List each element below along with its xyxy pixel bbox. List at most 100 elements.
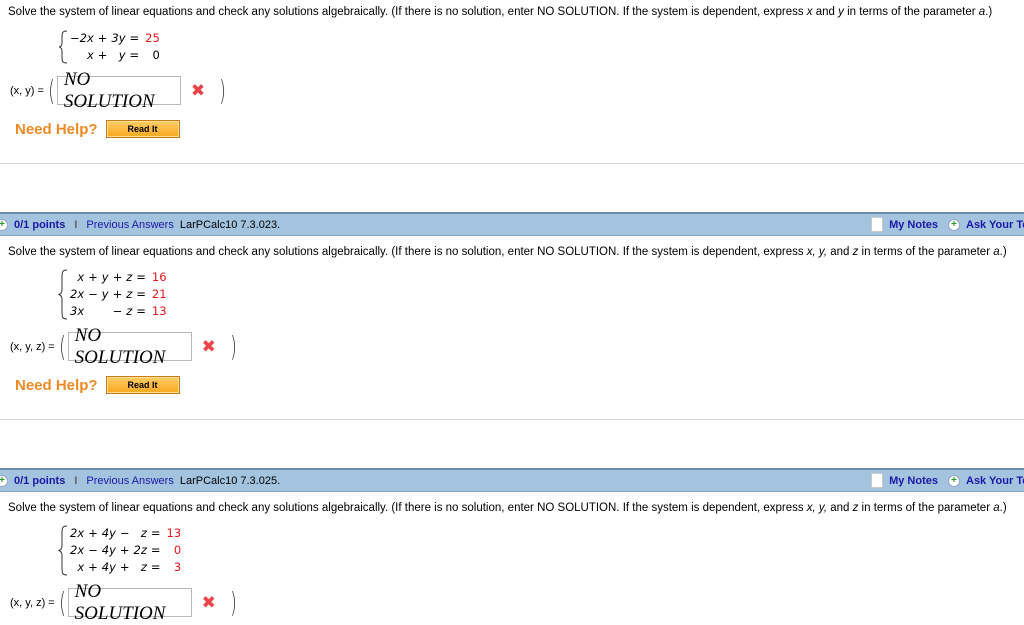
prompt-text: and (827, 246, 853, 258)
ask-your-teacher-link[interactable]: Ask Your Teacher (966, 475, 1024, 487)
operator: + (97, 31, 108, 45)
term: z (140, 560, 147, 574)
term: 4y (101, 560, 116, 574)
need-help-label: Need Help? (15, 120, 98, 138)
term: x (86, 48, 94, 62)
problem-1-equation-system: −2x + 3y = 25 x + y = 0 (58, 30, 162, 64)
prompt-text: and (812, 6, 839, 18)
answer-input[interactable]: NO SOLUTION (67, 325, 192, 368)
equations-table: −2x + 3y = 25 x + y = 0 (68, 30, 162, 64)
problem-2-header-bar: + 0/1 points I Previous Answers LarPCalc… (0, 212, 1024, 236)
problem-2-equation-system: x + y + z = 16 2x − y + z = 21 3x − z = … (58, 269, 169, 320)
equations-table: x + y + z = 16 2x − y + z = 21 3x − z = … (68, 269, 169, 320)
term: y (101, 270, 109, 284)
term: 2x (70, 287, 85, 301)
prompt-text: Solve the system of linear equations and… (8, 6, 807, 18)
prompt-text: in terms of the parameter (843, 6, 979, 18)
answer-label: (x, y, z) = (10, 596, 55, 609)
term: −2x (70, 31, 94, 45)
rhs-value: 16 (151, 270, 167, 284)
equation-row: x + y + z = 16 (68, 269, 169, 286)
equations-table: 2x + 4y − z = 13 2x − 4y + 2z = 0 x + 4y… (68, 525, 183, 576)
equals: = (150, 543, 161, 557)
operator: − (119, 526, 130, 540)
prompt-text: in terms of the parameter (858, 246, 994, 258)
term: z (126, 304, 133, 318)
points-link[interactable]: 0/1 points (14, 475, 65, 487)
problem-1-help: Need Help? Read It (15, 120, 180, 138)
prompt-text: and (827, 502, 853, 514)
ask-your-teacher-link[interactable]: Ask Your Teacher (966, 219, 1024, 231)
x-mark-icon: ✖ (201, 336, 216, 357)
header-actions: My Notes + Ask Your Teacher (871, 217, 1024, 232)
rhs-value: 3 (173, 560, 182, 574)
points-link[interactable]: 0/1 points (14, 219, 65, 231)
problem-3-prompt: Solve the system of linear equations and… (8, 502, 1007, 514)
right-paren: ) (219, 73, 226, 107)
operator: + (112, 287, 123, 301)
term: 2x (70, 526, 85, 540)
term: x (77, 270, 85, 284)
divider (0, 419, 1024, 420)
problem-1-answer-row: (x, y) = ( NO SOLUTION ✖ ) (10, 69, 228, 112)
previous-answers-link[interactable]: Previous Answers (86, 475, 173, 487)
operator: + (112, 270, 123, 284)
previous-answers-link[interactable]: Previous Answers (86, 219, 173, 231)
term: 3y (111, 31, 126, 45)
rhs-value: 0 (152, 48, 160, 62)
equals: = (150, 526, 161, 540)
term: 2z (133, 543, 147, 557)
equation-row: 2x − 4y + 2z = 0 (68, 542, 183, 559)
prompt-var: x, y, (806, 246, 828, 258)
term: 4y (101, 526, 116, 540)
left-paren: ( (58, 329, 66, 363)
my-notes-link[interactable]: My Notes (889, 219, 938, 231)
problem-3-header-bar: + 0/1 points I Previous Answers LarPCalc… (0, 468, 1024, 492)
prompt-text: .) (999, 246, 1007, 258)
rhs-value: 25 (145, 31, 160, 45)
left-paren: ( (58, 585, 66, 619)
read-it-button[interactable]: Read It (105, 376, 180, 394)
answer-label: (x, y, z) = (10, 340, 55, 353)
operator: − (88, 287, 98, 301)
term: z (140, 526, 147, 540)
equation-row: −2x + 3y = 25 (68, 30, 162, 47)
term: y (118, 48, 126, 62)
expand-plus-icon[interactable]: + (0, 474, 8, 487)
operator: + (88, 526, 98, 540)
expand-plus-icon[interactable]: + (0, 218, 8, 231)
header-actions: My Notes + Ask Your Teacher (871, 473, 1024, 488)
equals: = (136, 304, 146, 318)
operator: − (112, 304, 123, 318)
answer-value: NO SOLUTION (74, 580, 166, 624)
term: y (101, 287, 109, 301)
problem-2-prompt: Solve the system of linear equations and… (8, 246, 1007, 258)
rhs-value: 21 (151, 287, 167, 301)
rhs-value: 0 (173, 543, 182, 557)
operator (86, 303, 100, 320)
read-it-button[interactable]: Read It (105, 120, 180, 138)
equals: = (129, 31, 140, 45)
equals: = (136, 287, 146, 301)
term: z (126, 270, 133, 284)
prompt-var: x, y, (806, 502, 828, 514)
right-paren: ) (230, 585, 237, 619)
x-mark-icon: ✖ (201, 592, 216, 613)
prompt-text: .) (985, 6, 993, 18)
separator: I (74, 218, 78, 231)
operator: + (88, 270, 98, 284)
answer-value: NO SOLUTION (74, 324, 166, 368)
separator: I (74, 474, 78, 487)
my-notes-link[interactable]: My Notes (889, 475, 938, 487)
brace-icon (58, 525, 68, 576)
term: 4y (101, 543, 116, 557)
ask-plus-icon: + (948, 474, 960, 487)
notes-document-icon (871, 217, 884, 232)
right-paren: ) (230, 329, 237, 363)
operator: + (97, 48, 108, 62)
prompt-text: .) (999, 502, 1007, 514)
answer-input[interactable]: NO SOLUTION (56, 69, 181, 112)
answer-input[interactable]: NO SOLUTION (67, 581, 192, 624)
equation-row: 2x − y + z = 21 (68, 286, 169, 303)
operator: + (119, 543, 130, 557)
